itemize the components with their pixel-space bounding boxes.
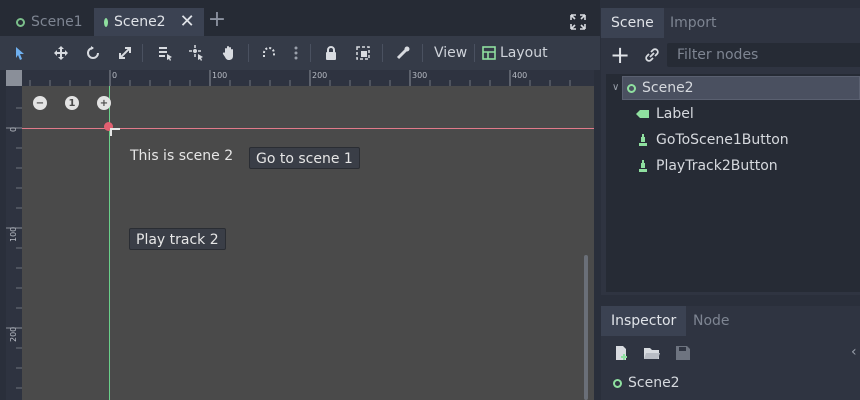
tree-item-scene2[interactable]: Scene2 <box>622 76 860 100</box>
play-track2-button[interactable]: Play track 2 <box>129 228 226 250</box>
ruler-label: 0 <box>9 126 18 132</box>
tab-label: Scene1 <box>31 14 83 30</box>
button-icon <box>639 160 647 172</box>
tree-item-label-node[interactable]: Label <box>636 102 694 126</box>
scene-label: This is scene 2 <box>130 148 234 164</box>
close-icon[interactable]: ✕ <box>180 13 195 31</box>
tree-item-label: GoToScene1Button <box>656 132 789 148</box>
save-icon[interactable] <box>675 345 691 361</box>
tree-item-label: PlayTrack2Button <box>656 158 778 174</box>
toolbar-separator <box>474 44 475 62</box>
pivot-tool-icon[interactable] <box>186 42 208 64</box>
tab-scene[interactable]: Scene <box>601 8 664 38</box>
scene-tab-bar: Scene1 Scene2 ✕ + <box>0 0 600 36</box>
node-circle-icon <box>627 83 636 93</box>
ruler-label: 300 <box>412 71 428 80</box>
filter-nodes-input[interactable]: Filter nodes <box>667 43 860 67</box>
inspected-object-label: Scene2 <box>628 375 680 391</box>
toolbar-separator <box>382 44 383 62</box>
selection-handle-icon[interactable] <box>110 128 120 136</box>
tab-import[interactable]: Import <box>660 8 726 38</box>
snap-icon[interactable] <box>258 42 280 64</box>
go-to-scene1-button[interactable]: Go to scene 1 <box>249 147 360 169</box>
view-menu[interactable]: View <box>434 43 467 63</box>
tree-item-playtrack2button[interactable]: PlayTrack2Button <box>636 154 778 178</box>
scale-tool-icon[interactable] <box>114 42 136 64</box>
vertical-scrollbar[interactable] <box>584 255 588 400</box>
lock-icon[interactable] <box>320 42 342 64</box>
scene-tree: ∨ Scene2 Label GoToScene1Button PlayTrac… <box>606 74 860 292</box>
chevron-left-icon[interactable]: ‹ <box>851 344 857 360</box>
link-icon[interactable] <box>643 46 661 64</box>
collapse-arrow-icon[interactable]: ∨ <box>612 82 619 93</box>
add-tab-icon[interactable]: + <box>207 9 227 31</box>
add-node-icon[interactable]: + <box>610 43 630 67</box>
tab-node[interactable]: Node <box>683 306 740 336</box>
tree-item-label: Scene2 <box>642 80 694 96</box>
node-circle-icon <box>16 17 25 27</box>
ruler-corner <box>6 70 22 86</box>
layout-grid-icon <box>478 42 500 64</box>
node-circle-icon <box>104 17 108 27</box>
toolbar-separator <box>422 44 423 62</box>
canvas-toolbar: View Layout <box>0 36 600 70</box>
move-tool-icon[interactable] <box>50 42 72 64</box>
ruler-label: 0 <box>112 71 118 80</box>
horizontal-ruler: 0 100 200 300 400 <box>6 70 594 86</box>
zoom-out-button[interactable]: − <box>33 96 47 110</box>
inspected-object[interactable]: Scene2 <box>613 371 680 395</box>
canvas-viewport[interactable]: 0 100 200 300 400 0 100 200 − 1 + This i… <box>6 70 594 400</box>
zoom-in-button[interactable]: + <box>97 96 111 110</box>
toolbar-separator <box>310 44 311 62</box>
tree-item-gotoscene1button[interactable]: GoToScene1Button <box>636 128 789 152</box>
layout-menu[interactable]: Layout <box>500 43 548 63</box>
tab-label: Scene2 <box>114 14 166 30</box>
button-icon <box>639 134 647 146</box>
zoom-reset-button[interactable]: 1 <box>65 96 79 110</box>
ruler-label: 200 <box>312 71 328 80</box>
toolbar-separator <box>248 44 249 62</box>
pan-tool-icon[interactable] <box>218 42 240 64</box>
tab-inspector[interactable]: Inspector <box>601 306 687 336</box>
tab-scene1[interactable]: Scene1 <box>6 8 93 36</box>
ruler-label: 100 <box>212 71 228 80</box>
select-tool-icon[interactable] <box>9 42 31 64</box>
label-tag-icon <box>636 110 649 118</box>
snap-options-icon[interactable] <box>285 42 307 64</box>
tree-item-label: Label <box>656 106 694 122</box>
distraction-free-icon[interactable] <box>570 14 586 30</box>
new-resource-icon[interactable] <box>613 345 629 361</box>
skeleton-icon[interactable] <box>392 42 414 64</box>
group-icon[interactable] <box>352 42 374 64</box>
ruler-label: 100 <box>9 226 18 242</box>
rotate-tool-icon[interactable] <box>82 42 104 64</box>
list-select-icon[interactable] <box>154 42 176 64</box>
ruler-label: 200 <box>9 326 18 342</box>
ruler-label: 400 <box>512 71 528 80</box>
tab-scene2[interactable]: Scene2 ✕ <box>94 8 204 36</box>
node-circle-icon <box>613 378 622 388</box>
open-folder-icon[interactable] <box>643 345 661 361</box>
inspector-dock: Inspector Node ‹ Scene2 <box>601 306 860 400</box>
toolbar-separator <box>142 44 143 62</box>
vertical-ruler: 0 100 200 <box>6 70 22 400</box>
